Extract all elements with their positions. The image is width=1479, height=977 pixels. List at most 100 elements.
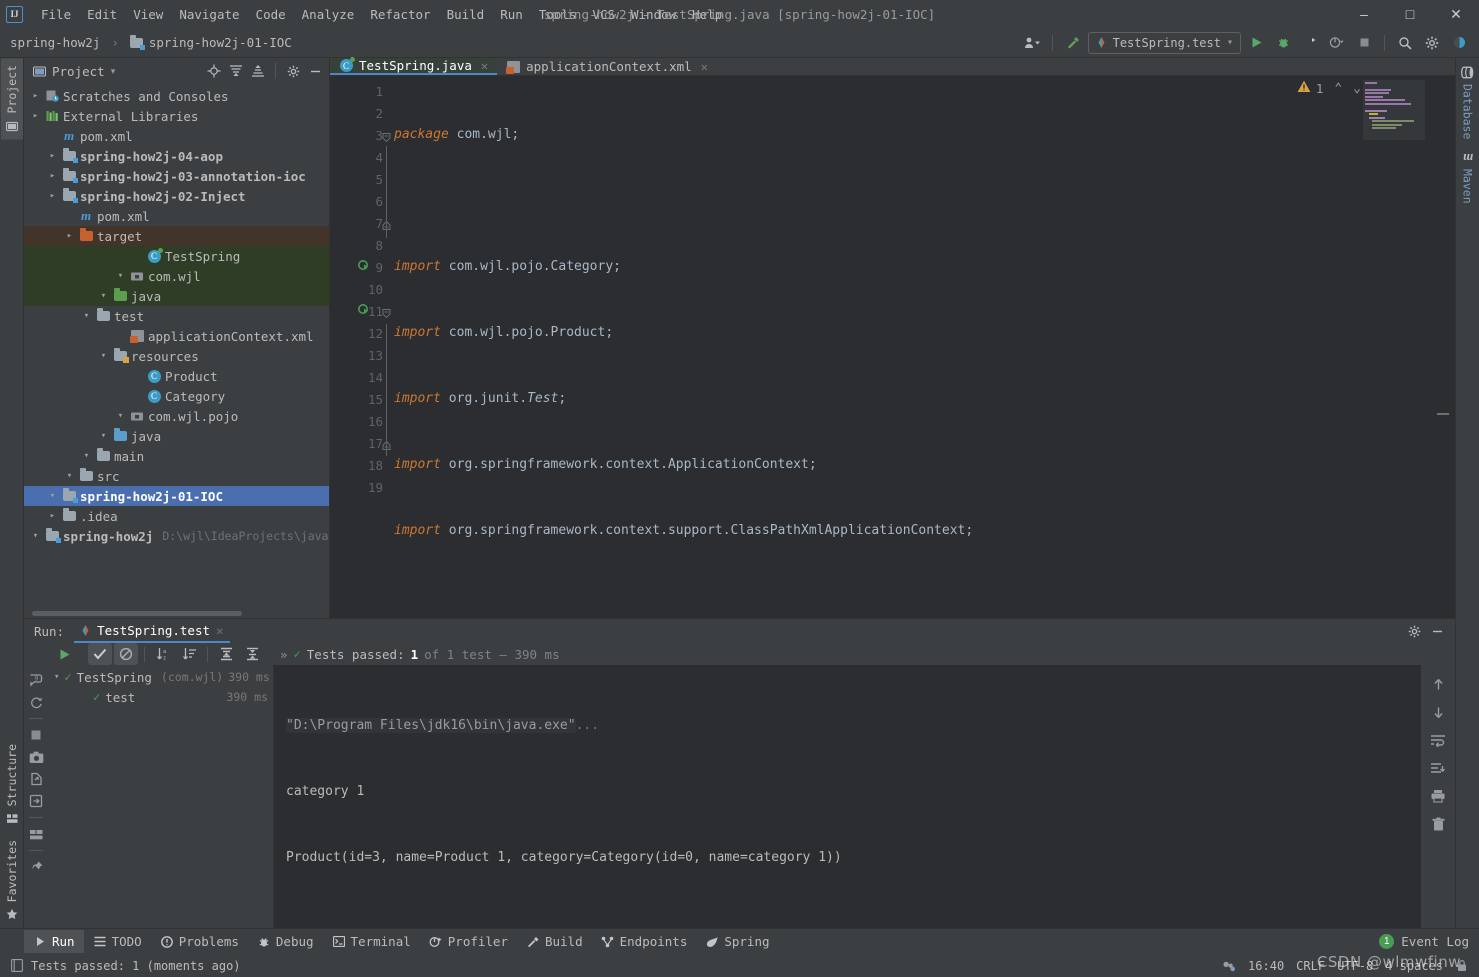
chevron-right-icon[interactable]: ▸ <box>30 91 41 101</box>
project-tree-node[interactable]: m pom.xml <box>24 126 329 146</box>
stop-icon[interactable] <box>1352 31 1376 55</box>
project-tree-node[interactable]: ▾ java <box>24 286 329 306</box>
gutter-row[interactable]: 10 <box>330 278 388 300</box>
profiler-icon[interactable] <box>1325 31 1349 55</box>
menu-item-view[interactable]: View <box>125 3 171 26</box>
project-tree-scrollbar[interactable] <box>32 611 242 616</box>
minimize-button[interactable]: – <box>1341 0 1387 28</box>
chevron-down-icon[interactable]: ▾ <box>81 311 92 321</box>
hide-run-panel-icon[interactable] <box>1427 621 1447 641</box>
gutter-row[interactable]: 11 <box>330 300 391 322</box>
chevron-right-icon[interactable]: ▸ <box>30 111 41 121</box>
console-output[interactable]: "D:\Program Files\jdk16\bin\java.exe"...… <box>274 665 1421 928</box>
gutter-row[interactable]: 17 <box>330 432 391 454</box>
chevron-right-icon[interactable]: ▸ <box>47 191 58 201</box>
project-tree-node[interactable]: ▸ target <box>24 226 329 246</box>
editor-tab-close-icon[interactable]: ✕ <box>481 59 488 73</box>
sidebar-item-structure[interactable]: Structure <box>1 737 23 832</box>
menu-item-file[interactable]: File <box>33 3 79 26</box>
export-icon[interactable] <box>26 768 46 790</box>
stop-icon[interactable] <box>26 724 46 746</box>
clear-all-icon[interactable] <box>1427 813 1449 835</box>
run-tab[interactable]: TestSpring.test ✕ <box>74 619 230 643</box>
project-tree-node[interactable]: ▾ spring-how2j-01-IOC <box>24 486 329 506</box>
gutter-row[interactable]: 15 <box>330 388 388 410</box>
menu-item-navigate[interactable]: Navigate <box>171 3 247 26</box>
project-tree-node[interactable]: ▾ com.wjl <box>24 266 329 286</box>
gutter-row[interactable]: 6 <box>330 190 388 212</box>
soft-wrap-icon[interactable] <box>1427 729 1449 751</box>
project-tree-node[interactable]: C Product <box>24 366 329 386</box>
gutter-row[interactable]: 2 <box>330 102 388 124</box>
select-opened-file-icon[interactable] <box>204 61 224 81</box>
chevron-right-icon[interactable]: ▸ <box>47 511 58 521</box>
project-tree-node[interactable]: ▸ spring-how2j-03-annotation-ioc <box>24 166 329 186</box>
project-tree-node[interactable]: ▾ resources <box>24 346 329 366</box>
gutter-row[interactable]: 12 <box>330 322 388 344</box>
editor-tab[interactable]: C TestSpring.java ✕ <box>330 57 498 75</box>
tool-window-run[interactable]: Run <box>24 930 84 953</box>
project-settings-gear-icon[interactable] <box>283 61 303 81</box>
menu-item-refactor[interactable]: Refactor <box>362 3 438 26</box>
lock-icon[interactable] <box>1455 959 1469 973</box>
chevron-down-icon[interactable]: ▾ <box>98 431 109 441</box>
project-tree-node[interactable]: C TestSpring <box>24 246 329 266</box>
gutter-row[interactable]: 8 <box>330 234 388 256</box>
sidebar-item-database[interactable]: Database <box>1457 58 1479 146</box>
show-passed-tests-icon[interactable] <box>88 643 112 665</box>
project-tree-node[interactable]: ▾ spring-how2j D:\wjl\IdeaProjects\java <box>24 526 329 546</box>
chevron-right-icon[interactable]: ▸ <box>64 231 75 241</box>
project-tree-node[interactable]: ▸ spring-how2j-04-aop <box>24 146 329 166</box>
project-tree-node[interactable]: ▾ java <box>24 426 329 446</box>
gutter-row[interactable]: 3 <box>330 124 391 146</box>
show-ignored-tests-icon[interactable] <box>114 643 138 665</box>
file-encoding[interactable]: UTF-8 <box>1337 959 1373 973</box>
project-tree-node[interactable]: ▾ src <box>24 466 329 486</box>
close-button[interactable]: ✕ <box>1433 0 1479 28</box>
menu-item-run[interactable]: Run <box>492 3 531 26</box>
scroll-up-icon[interactable] <box>1427 673 1449 695</box>
scroll-to-end-icon[interactable] <box>1427 757 1449 779</box>
layout-icon[interactable] <box>26 823 46 845</box>
project-tree-node[interactable]: applicationContext.xml <box>24 326 329 346</box>
gutter-row[interactable]: 19 <box>330 476 388 498</box>
run-tab-close-icon[interactable]: ✕ <box>216 623 224 638</box>
test-tree-row[interactable]: ▾ ✓ TestSpring (com.wjl) 390 ms <box>48 667 273 687</box>
project-tree-node[interactable]: m pom.xml <box>24 206 329 226</box>
gutter-row[interactable]: 9 <box>330 256 388 278</box>
search-everywhere-icon[interactable] <box>1393 31 1417 55</box>
chevron-right-icon[interactable]: ▸ <box>47 151 58 161</box>
sort-alphabetically-icon[interactable]: az <box>151 643 175 665</box>
editor-minimap[interactable] <box>1363 80 1425 140</box>
rerun-failed-icon[interactable] <box>26 691 46 713</box>
pin-icon[interactable] <box>26 856 46 878</box>
menu-item-build[interactable]: Build <box>439 3 493 26</box>
user-dropdown-icon[interactable] <box>1020 31 1044 55</box>
project-tree[interactable]: ▸ Scratches and Consoles ▸ External Librari… <box>24 84 329 618</box>
project-tree-node[interactable]: ▾ main <box>24 446 329 466</box>
screenshot-icon[interactable] <box>26 746 46 768</box>
project-panel-caret-icon[interactable]: ▾ <box>111 66 116 77</box>
gutter-row[interactable]: 13 <box>330 344 388 366</box>
breadcrumb-root[interactable]: spring-how2j <box>10 35 100 50</box>
tool-window-todo[interactable]: TODO <box>84 930 151 953</box>
menu-item-code[interactable]: Code <box>248 3 294 26</box>
import-icon[interactable] <box>26 790 46 812</box>
expand-all-icon[interactable] <box>226 61 246 81</box>
maximize-button[interactable]: □ <box>1387 0 1433 28</box>
gutter-row[interactable]: 16 <box>330 410 388 432</box>
tool-window-profiler[interactable]: Profiler <box>420 930 517 953</box>
expand-status-icon[interactable]: » <box>280 647 288 662</box>
updates-icon[interactable] <box>1447 31 1471 55</box>
rerun-icon[interactable] <box>52 643 76 665</box>
gutter-row[interactable]: 5 <box>330 168 388 190</box>
prev-problem-icon[interactable]: ⌃ <box>1334 81 1342 96</box>
editor-gutter[interactable]: 1 2 3 4 5 6 7 8 9 10 11 12 13 14 15 16 17 18 19 <box>330 76 391 618</box>
chevron-down-icon[interactable]: ▾ <box>30 531 41 541</box>
tool-window-debug[interactable]: Debug <box>248 930 323 953</box>
run-test-gutter-icon[interactable] <box>358 303 370 319</box>
collapse-all-icon[interactable] <box>240 643 264 665</box>
breadcrumb-current[interactable]: spring-how2j-01-IOC <box>149 35 292 50</box>
project-tree-node[interactable]: ▸ spring-how2j-02-Inject <box>24 186 329 206</box>
tool-window-problems[interactable]: Problems <box>151 930 248 953</box>
